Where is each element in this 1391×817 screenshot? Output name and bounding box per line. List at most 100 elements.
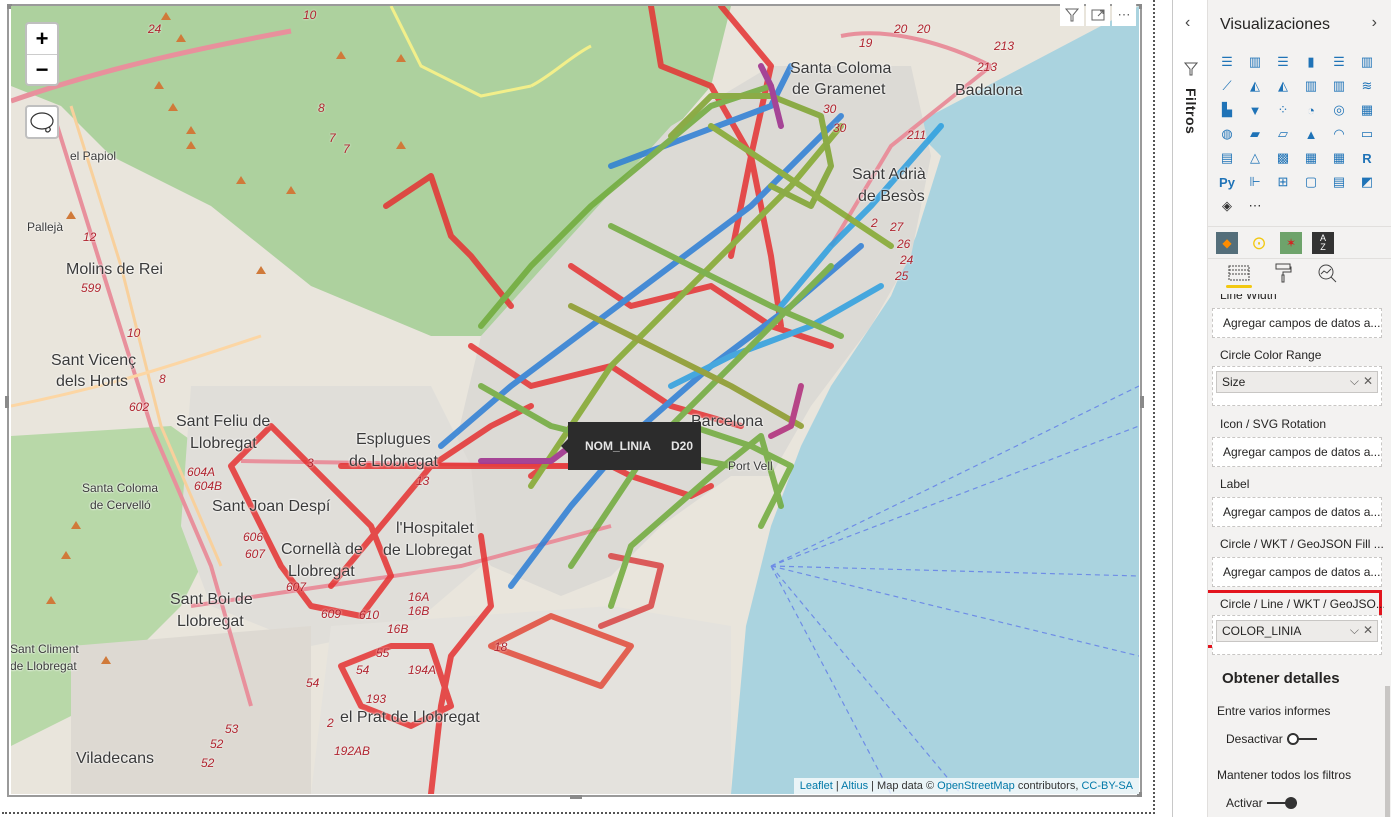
zoom-in-button[interactable]: + xyxy=(27,24,57,54)
resize-handle-left[interactable] xyxy=(5,396,9,408)
line-and-clustered-column-chart-icon[interactable]: ▥ xyxy=(1328,76,1350,96)
road-number: 16A xyxy=(408,590,430,604)
arcgis-map-icon[interactable]: ◩ xyxy=(1356,172,1378,192)
visual-filter-button[interactable] xyxy=(1060,4,1084,26)
card-icon[interactable]: ▭ xyxy=(1356,124,1378,144)
cross-report-toggle-row[interactable]: Desactivar xyxy=(1226,732,1317,746)
filters-pane[interactable]: ‹ Filtros xyxy=(1172,0,1208,817)
play-axis-visual-icon[interactable]: ⊙ xyxy=(1248,232,1270,254)
openstreetmap-link[interactable]: OpenStreetMap xyxy=(937,780,1015,792)
stacked-bar-chart-icon[interactable]: ☰ xyxy=(1216,52,1238,72)
gauge-icon[interactable]: ◠ xyxy=(1328,124,1350,144)
area-chart-icon[interactable]: ◭ xyxy=(1244,76,1266,96)
r-script-visual-icon[interactable]: R xyxy=(1356,148,1378,168)
field-pill[interactable]: COLOR_LINIA ⌵ ✕ xyxy=(1216,620,1378,642)
visualizations-title: Visualizaciones xyxy=(1220,16,1330,33)
sort-visual-icon[interactable]: AZ xyxy=(1312,232,1334,254)
line-chart-icon[interactable]: ⟋ xyxy=(1216,76,1238,96)
chevron-right-icon[interactable]: › xyxy=(1372,14,1377,32)
format-tab[interactable] xyxy=(1270,262,1296,284)
fields-tab[interactable] xyxy=(1226,262,1252,288)
matrix-icon[interactable]: ▦ xyxy=(1328,148,1350,168)
waterfall-chart-icon[interactable]: ▙ xyxy=(1216,100,1238,120)
resize-handle-right[interactable] xyxy=(1140,396,1144,408)
place-label: el Papiol xyxy=(70,149,117,163)
qa-visual-icon[interactable]: ▢ xyxy=(1300,172,1322,192)
road-number: 54 xyxy=(306,676,320,690)
field-well-label: Circle / WKT / GeoJSON Fill ... xyxy=(1220,537,1384,551)
donut-chart-icon[interactable]: ◎ xyxy=(1328,100,1350,120)
more-options-button[interactable]: ⋯ xyxy=(1112,4,1136,26)
circle-color-range-well[interactable]: Size ⌵ ✕ xyxy=(1212,366,1382,406)
stacked-column-chart-icon[interactable]: ▥ xyxy=(1244,52,1266,72)
ribbon-chart-icon[interactable]: ≋ xyxy=(1356,76,1378,96)
table-icon[interactable]: ▦ xyxy=(1300,148,1322,168)
leaflet-link[interactable]: Leaflet xyxy=(800,780,833,792)
place-label: Santa Coloma xyxy=(790,60,892,77)
place-label: Llobregat xyxy=(288,563,355,580)
more-visuals-icon[interactable]: ⋯ xyxy=(1244,196,1266,216)
pane-scrollbar[interactable] xyxy=(1384,286,1391,817)
clustered-column-chart-icon[interactable]: ▮ xyxy=(1300,52,1322,72)
resize-handle-bottom[interactable] xyxy=(570,795,582,799)
keep-filters-toggle[interactable] xyxy=(1266,797,1297,809)
cross-report-label: Entre varios informes xyxy=(1217,704,1331,718)
funnel-chart-icon[interactable]: ▼ xyxy=(1244,100,1266,120)
line-color-well[interactable]: COLOR_LINIA ⌵ ✕ xyxy=(1212,615,1382,655)
treemap-icon[interactable]: ▦ xyxy=(1356,100,1378,120)
place-label: Pallejà xyxy=(27,220,64,234)
road-number: 604A xyxy=(187,465,216,479)
scrollbar-thumb[interactable] xyxy=(1385,686,1390,817)
scatter-chart-icon[interactable]: ⁘ xyxy=(1272,100,1294,120)
icon-map-visual-icon[interactable]: ◆ xyxy=(1216,232,1238,254)
place-label: Cornellà de xyxy=(281,541,363,558)
place-label: Sant Feliu de xyxy=(176,413,271,430)
power-apps-icon[interactable]: ◈ xyxy=(1216,196,1238,216)
place-label: Badalona xyxy=(955,82,1023,99)
cross-report-toggle[interactable] xyxy=(1286,733,1317,745)
chevron-down-icon[interactable]: ⌵ xyxy=(1350,623,1359,638)
analytics-tab[interactable] xyxy=(1314,262,1340,284)
pie-chart-icon[interactable]: ◔ xyxy=(1300,100,1322,120)
field-pill[interactable]: Size ⌵ ✕ xyxy=(1216,371,1378,393)
filters-pane-label[interactable]: Filtros xyxy=(1183,88,1199,134)
azure-map-icon[interactable]: ▲ xyxy=(1300,124,1322,144)
field-pill-name: Size xyxy=(1222,375,1246,389)
license-link[interactable]: CC-BY-SA xyxy=(1081,780,1133,792)
multi-row-card-icon[interactable]: ▤ xyxy=(1216,148,1238,168)
key-influencers-icon[interactable]: ⊩ xyxy=(1244,172,1266,192)
filled-map-icon[interactable]: ▰ xyxy=(1244,124,1266,144)
map-icon[interactable]: ◍ xyxy=(1216,124,1238,144)
toggle-state-label: Desactivar xyxy=(1226,732,1283,746)
leaflet-map[interactable]: Santa Coloma de Gramenet Badalona Sant A… xyxy=(11,6,1139,794)
kpi-icon[interactable]: △ xyxy=(1244,148,1266,168)
stacked-area-chart-icon[interactable]: ◭ xyxy=(1272,76,1294,96)
focus-mode-button[interactable] xyxy=(1086,4,1110,26)
100-stacked-column-chart-icon[interactable]: ▥ xyxy=(1356,52,1378,72)
icon-svg-rotation-well[interactable]: Agregar campos de datos a... xyxy=(1212,437,1382,467)
smart-narrative-icon[interactable]: ▤ xyxy=(1328,172,1350,192)
lasso-select-button[interactable] xyxy=(25,105,59,139)
chevron-down-icon[interactable]: ⌵ xyxy=(1350,374,1359,389)
keep-filters-toggle-row[interactable]: Activar xyxy=(1226,796,1297,810)
remove-field-icon[interactable]: ✕ xyxy=(1363,374,1373,389)
label-well[interactable]: Agregar campos de datos a... xyxy=(1212,497,1382,527)
shape-map-icon[interactable]: ▱ xyxy=(1272,124,1294,144)
visual-header: ⋯ xyxy=(1060,4,1136,26)
clustered-bar-chart-icon[interactable]: ☰ xyxy=(1272,52,1294,72)
fill-color-well[interactable]: Agregar campos de datos a... xyxy=(1212,557,1382,587)
line-width-well[interactable]: Agregar campos de datos a... xyxy=(1212,308,1382,338)
decomposition-tree-icon[interactable]: ⊞ xyxy=(1272,172,1294,192)
100-stacked-bar-chart-icon[interactable]: ☰ xyxy=(1328,52,1350,72)
line-and-stacked-column-chart-icon[interactable]: ▥ xyxy=(1300,76,1322,96)
slicer-icon[interactable]: ▩ xyxy=(1272,148,1294,168)
remove-field-icon[interactable]: ✕ xyxy=(1363,623,1373,638)
python-visual-icon[interactable]: Py xyxy=(1216,172,1238,192)
place-label: Port Vell xyxy=(728,459,773,473)
zoom-out-button[interactable]: − xyxy=(27,54,57,84)
focus-mode-icon xyxy=(1091,9,1105,21)
route-map-visual-icon[interactable]: ✶ xyxy=(1280,232,1302,254)
altius-link[interactable]: Altius xyxy=(841,780,868,792)
lasso-icon xyxy=(30,112,54,133)
chevron-left-icon[interactable]: ‹ xyxy=(1185,14,1190,32)
